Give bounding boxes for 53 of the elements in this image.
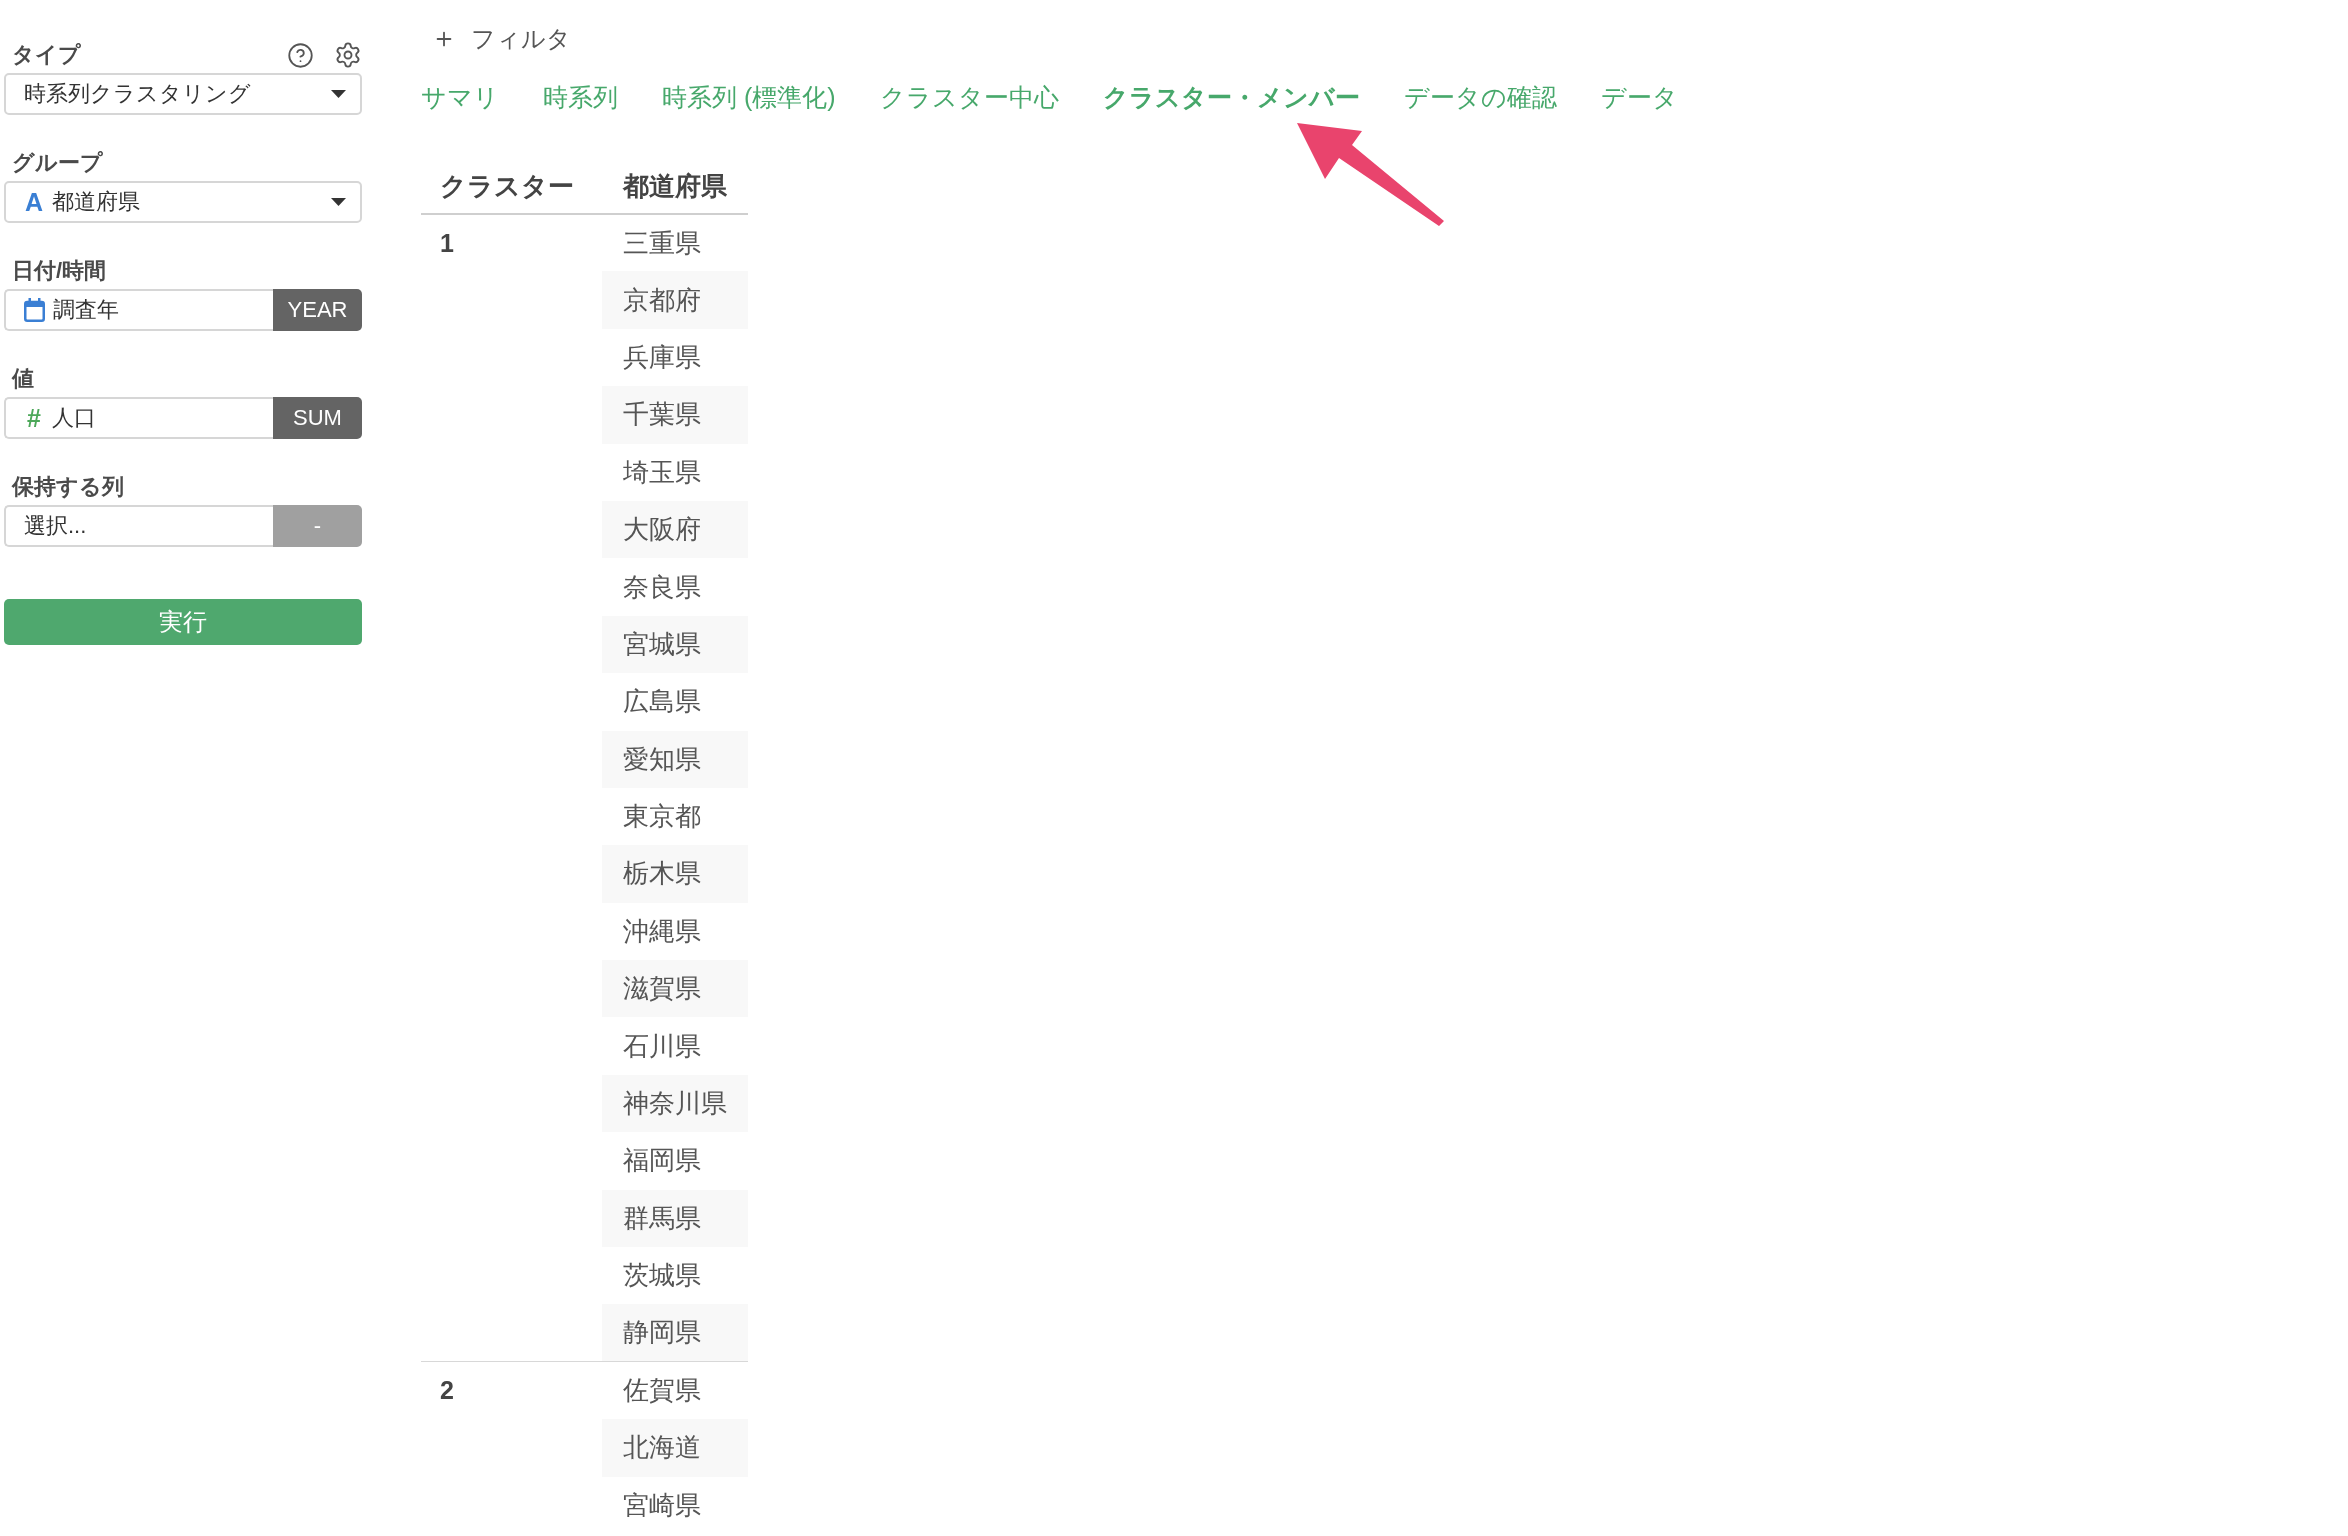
field-label: 保持する列 xyxy=(12,473,124,501)
table-cell: 栃木県 xyxy=(602,845,748,903)
table-cell: 埼玉県 xyxy=(602,443,748,501)
help-icon[interactable] xyxy=(287,41,314,69)
table-cell: 東京都 xyxy=(602,787,748,846)
dropdown[interactable]: A 都道府県 xyxy=(4,181,362,223)
table-cell: 愛知県 xyxy=(602,730,748,788)
tab[interactable]: クラスター・メンバー xyxy=(1102,79,1360,115)
field-label: 値 xyxy=(12,365,34,393)
tab[interactable]: データ xyxy=(1600,79,1678,115)
table-cell: 福岡県 xyxy=(602,1132,748,1190)
field-label: グループ xyxy=(12,149,103,177)
field-label: タイプ xyxy=(12,41,81,69)
column-picker[interactable]: 選択... xyxy=(4,505,273,547)
tab[interactable]: クラスター中心 xyxy=(879,79,1059,115)
caret-icon xyxy=(331,90,346,98)
tab[interactable]: データの確認 xyxy=(1403,79,1557,115)
table-cell: 北海道 xyxy=(602,1419,748,1477)
table-cell: 広島県 xyxy=(602,673,748,731)
caret-icon xyxy=(331,198,346,206)
column-field[interactable]: 調査年 xyxy=(4,289,273,331)
number-type-icon: # xyxy=(24,405,44,431)
table-cell: 石川県 xyxy=(602,1017,748,1075)
table-cell: 茨城県 xyxy=(602,1247,748,1305)
table-cell: 佐賀県 xyxy=(602,1361,748,1420)
table-cell: 京都府 xyxy=(602,271,748,329)
table-cell: 千葉県 xyxy=(602,386,748,444)
table-cell: 大阪府 xyxy=(602,500,748,559)
column-header: クラスター xyxy=(421,160,602,214)
tab[interactable]: 時系列 xyxy=(543,79,618,115)
table-cell: 奈良県 xyxy=(602,558,748,616)
table-cell: 滋賀県 xyxy=(602,960,748,1018)
add-filter-button[interactable]: フィルタ xyxy=(421,21,575,57)
dropdown[interactable]: 時系列クラスタリング xyxy=(4,73,362,115)
table-cell: 神奈川県 xyxy=(602,1074,748,1133)
table-cell: 静岡県 xyxy=(602,1304,748,1362)
option-button[interactable]: YEAR xyxy=(273,289,362,331)
column-field[interactable]: # 人口 xyxy=(4,397,273,439)
cluster-number: 2 xyxy=(440,1376,454,1405)
table-cell: 沖縄県 xyxy=(602,902,748,961)
table-cell: 群馬県 xyxy=(602,1189,748,1248)
option-button[interactable]: SUM xyxy=(273,397,362,439)
table-cell: 三重県 xyxy=(602,214,748,272)
tab[interactable]: 時系列 (標準化) xyxy=(662,79,836,115)
table-cell: 兵庫県 xyxy=(602,328,748,387)
cluster-number: 1 xyxy=(440,229,454,257)
tab[interactable]: サマリ xyxy=(421,79,499,115)
field-label: 日付/時間 xyxy=(12,257,107,285)
text-type-icon: A xyxy=(24,189,44,215)
table-cell: 宮城県 xyxy=(602,615,748,674)
run-button[interactable]: 実行 xyxy=(4,599,362,645)
calendar-icon xyxy=(24,298,45,322)
settings-icon[interactable] xyxy=(334,41,362,69)
